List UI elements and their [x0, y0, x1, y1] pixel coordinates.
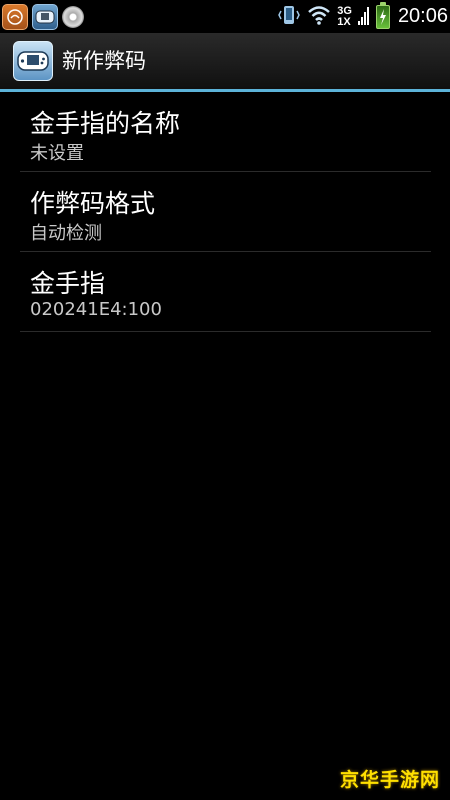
pref-title: 金手指的名称 [30, 109, 181, 138]
gba-emulator-notification-icon [32, 3, 58, 30]
network-type-label: 3G 1X [337, 4, 352, 28]
clock: 20:06 [397, 5, 448, 27]
disk-usage-icon [62, 5, 84, 28]
pref-summary: 未设置 [30, 143, 84, 164]
network-3g-label: 3G [337, 4, 352, 17]
pref-summary: 自动检测 [30, 223, 102, 244]
title-bar: 新作弊码 [0, 33, 450, 89]
signal-icon [357, 3, 370, 31]
vibrate-icon [277, 3, 301, 31]
pref-cheat-code[interactable]: 金手指 020241E4:100 [20, 252, 431, 332]
fire-app-notification-icon [2, 3, 28, 30]
page-title: 新作弊码 [62, 49, 146, 73]
pref-cheat-format[interactable]: 作弊码格式 自动检测 [20, 172, 431, 252]
wifi-icon [307, 4, 331, 30]
gba-emulator-app-icon [13, 41, 53, 81]
notification-icons [2, 0, 84, 33]
pref-title: 金手指 [30, 269, 106, 298]
network-1x-label: 1X [337, 15, 351, 28]
pref-cheat-name[interactable]: 金手指的名称 未设置 [20, 92, 431, 172]
cheat-preference-list: 金手指的名称 未设置 作弊码格式 自动检测 金手指 020241E4:100 [20, 92, 431, 332]
status-bar: 3G 1X 20:06 [0, 0, 450, 33]
site-watermark: 京华手游网 [339, 769, 440, 791]
pref-title: 作弊码格式 [30, 189, 156, 218]
system-status-icons: 3G 1X 20:06 [277, 0, 448, 33]
pref-summary: 020241E4:100 [30, 299, 162, 320]
battery-charging-icon [375, 1, 390, 29]
